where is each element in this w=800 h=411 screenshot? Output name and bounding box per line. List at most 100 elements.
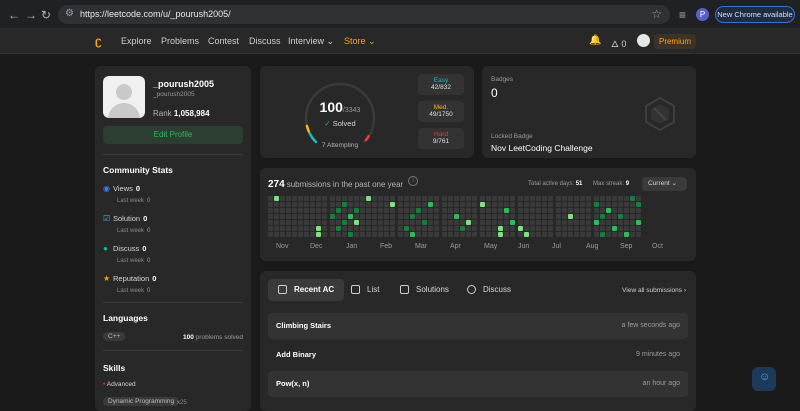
heatmap-cell[interactable]	[384, 202, 389, 207]
heatmap-cell[interactable]	[504, 196, 509, 201]
heatmap-cell[interactable]	[504, 232, 509, 237]
heatmap-cell[interactable]	[378, 214, 383, 219]
list-item[interactable]: Pow(x, n) an hour ago	[268, 371, 688, 397]
heatmap-cell[interactable]	[454, 196, 459, 201]
heatmap-cell[interactable]	[618, 220, 623, 225]
heatmap-cell[interactable]	[574, 202, 579, 207]
heatmap-cell[interactable]	[472, 232, 477, 237]
heatmap-cell[interactable]	[268, 226, 273, 231]
streak-counter[interactable]: 🜂 0	[611, 35, 626, 53]
heatmap-cell[interactable]	[286, 196, 291, 201]
heatmap-cell[interactable]	[378, 196, 383, 201]
heatmap-cell[interactable]	[618, 226, 623, 231]
heatmap-cell[interactable]	[530, 220, 535, 225]
heatmap-cell[interactable]	[466, 226, 471, 231]
heatmap-cell[interactable]	[448, 232, 453, 237]
heatmap-cell[interactable]	[268, 220, 273, 225]
heatmap-cell[interactable]	[636, 232, 641, 237]
heatmap-cell[interactable]	[498, 202, 503, 207]
tab-solutions[interactable]: Solutions	[390, 279, 449, 301]
list-item[interactable]: Add Binary 9 minutes ago	[268, 342, 688, 368]
heatmap-cell[interactable]	[434, 202, 439, 207]
heatmap-cell[interactable]	[330, 196, 335, 201]
heatmap-cell[interactable]	[322, 232, 327, 237]
heatmap-cell[interactable]	[542, 226, 547, 231]
heatmap-cell[interactable]	[360, 208, 365, 213]
heatmap-cell[interactable]	[612, 214, 617, 219]
heatmap-cell[interactable]	[416, 226, 421, 231]
heatmap-cell[interactable]	[594, 226, 599, 231]
tab-discuss[interactable]: Discuss	[457, 279, 511, 301]
heatmap-cell[interactable]	[298, 226, 303, 231]
heatmap-cell[interactable]	[268, 208, 273, 213]
heatmap-cell[interactable]	[568, 226, 573, 231]
heatmap-cell[interactable]	[618, 208, 623, 213]
heatmap-cell[interactable]	[606, 208, 611, 213]
new-chrome-button[interactable]: New Chrome available	[715, 6, 795, 23]
heatmap-cell[interactable]	[612, 208, 617, 213]
heatmap-cell[interactable]	[268, 202, 273, 207]
heatmap-cell[interactable]	[342, 220, 347, 225]
heatmap-cell[interactable]	[624, 214, 629, 219]
heatmap-cell[interactable]	[636, 214, 641, 219]
heatmap-cell[interactable]	[292, 232, 297, 237]
heatmap-cell[interactable]	[510, 196, 515, 201]
heatmap-cell[interactable]	[510, 226, 515, 231]
heatmap-cell[interactable]	[316, 196, 321, 201]
heatmap-cell[interactable]	[416, 232, 421, 237]
heatmap-cell[interactable]	[354, 232, 359, 237]
heatmap-cell[interactable]	[636, 196, 641, 201]
info-icon[interactable]: i	[408, 176, 418, 186]
heatmap-cell[interactable]	[342, 232, 347, 237]
view-all-submissions-link[interactable]: View all submissions ›	[622, 287, 686, 294]
heatmap-cell[interactable]	[486, 214, 491, 219]
heatmap-cell[interactable]	[600, 208, 605, 213]
heatmap-cell[interactable]	[298, 196, 303, 201]
back-icon[interactable]: ←	[8, 8, 20, 22]
heatmap-cell[interactable]	[548, 208, 553, 213]
heatmap-cell[interactable]	[492, 202, 497, 207]
heatmap-cell[interactable]	[636, 208, 641, 213]
heatmap-cell[interactable]	[498, 214, 503, 219]
heatmap-cell[interactable]	[274, 226, 279, 231]
heatmap-cell[interactable]	[336, 214, 341, 219]
heatmap-cell[interactable]	[304, 226, 309, 231]
heatmap-cell[interactable]	[530, 214, 535, 219]
heatmap-cell[interactable]	[268, 232, 273, 237]
heatmap-cell[interactable]	[442, 220, 447, 225]
heatmap-cell[interactable]	[310, 232, 315, 237]
heatmap-cell[interactable]	[600, 214, 605, 219]
heatmap-cell[interactable]	[298, 214, 303, 219]
heatmap-cell[interactable]	[580, 196, 585, 201]
heatmap-cell[interactable]	[518, 214, 523, 219]
heatmap-cell[interactable]	[562, 232, 567, 237]
heatmap-cell[interactable]	[536, 196, 541, 201]
nav-explore[interactable]: Explore	[121, 36, 152, 46]
heatmap-cell[interactable]	[286, 220, 291, 225]
heatmap-cell[interactable]	[594, 202, 599, 207]
heatmap-cell[interactable]	[398, 214, 403, 219]
locked-badge-icon[interactable]	[642, 96, 678, 132]
heatmap-cell[interactable]	[316, 226, 321, 231]
heatmap-cell[interactable]	[422, 202, 427, 207]
heatmap-cell[interactable]	[390, 202, 395, 207]
heatmap-cell[interactable]	[336, 208, 341, 213]
heatmap-cell[interactable]	[378, 220, 383, 225]
heatmap-cell[interactable]	[580, 208, 585, 213]
heatmap-cell[interactable]	[536, 232, 541, 237]
heatmap-cell[interactable]	[448, 214, 453, 219]
heatmap-cell[interactable]	[366, 208, 371, 213]
heatmap-cell[interactable]	[524, 208, 529, 213]
heatmap-cell[interactable]	[372, 196, 377, 201]
heatmap-cell[interactable]	[316, 208, 321, 213]
heatmap-cell[interactable]	[460, 226, 465, 231]
heatmap-cell[interactable]	[630, 232, 635, 237]
heatmap-cell[interactable]	[580, 214, 585, 219]
heatmap-cell[interactable]	[492, 208, 497, 213]
heatmap-cell[interactable]	[372, 226, 377, 231]
heatmap-cell[interactable]	[480, 208, 485, 213]
heatmap-cell[interactable]	[568, 196, 573, 201]
heatmap-cell[interactable]	[274, 202, 279, 207]
heatmap-cell[interactable]	[422, 232, 427, 237]
heatmap-cell[interactable]	[354, 226, 359, 231]
